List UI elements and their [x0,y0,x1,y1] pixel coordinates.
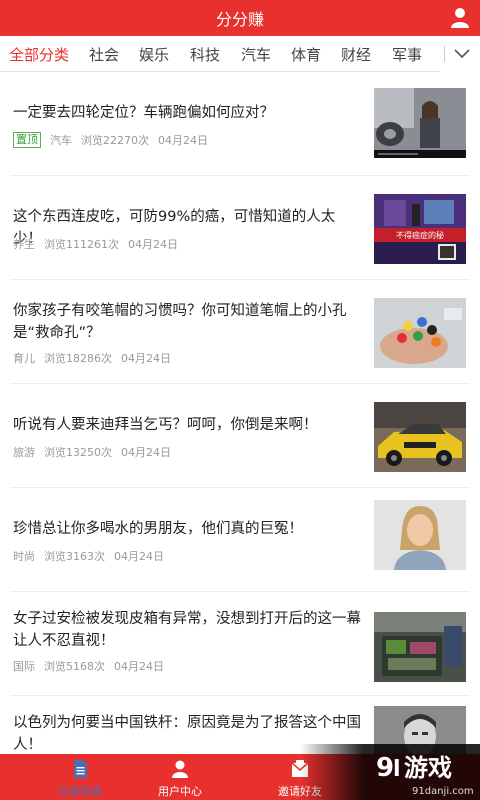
article-date: 04月24日 [158,134,208,147]
tab-entertainment[interactable]: 娱乐 [139,44,169,65]
article-item[interactable]: 一定要去四轮定位？车辆跑偏如何应对？ 置顶 汽车 浏览22270次 04月24日 [0,72,480,176]
article-category: 时尚 [13,550,35,563]
article-views: 浏览18286次 [44,352,112,365]
article-item[interactable]: 珍惜总让你多喝水的男朋友，他们真的巨冤！ 时尚 浏览3163次 04月24日 [0,488,480,592]
article-meta: 国际 浏览5168次 04月24日 [13,658,164,674]
article-views: 浏览13250次 [44,446,112,459]
article-category: 汽车 [50,134,72,147]
chevron-down-icon [454,49,470,59]
tab-auto[interactable]: 汽车 [241,44,271,65]
article-item[interactable]: 女子过安检被发现皮箱有异常，没想到打开后的这一幕让人不忍直视！ 国际 浏览516… [0,592,480,696]
tab-finance[interactable]: 财经 [341,44,371,65]
suitcase-thumb [374,612,466,682]
article-meta: 育儿 浏览18286次 04月24日 [13,350,171,366]
article-date: 04月24日 [114,660,164,673]
article-meta: 置顶 汽车 浏览22270次 04月24日 [13,132,208,148]
article-date: 04月24日 [114,550,164,563]
article-meta: 养生 浏览111261次 04月24日 [13,236,178,252]
article-title: 珍惜总让你多喝水的男朋友，他们真的巨冤！ [13,521,303,537]
watermark-site: 91danji.com [412,786,474,797]
article-list: 一定要去四轮定位？车辆跑偏如何应对？ 置顶 汽车 浏览22270次 04月24日 [0,72,480,754]
article-item[interactable]: 这个东西连皮吃，可防99%的癌，可惜知道的人太少！ 养生 浏览111261次 0… [0,176,480,280]
article-meta: 时尚 浏览3163次 04月24日 [13,548,164,564]
app-header: 分分赚 [0,0,480,36]
article-title: 一定要去四轮定位？车辆跑偏如何应对？ [13,105,274,121]
article-title: 女子过安检被发现皮箱有异常，没想到打开后的这一幕让人不忍直视！ [13,611,361,649]
article-views: 浏览3163次 [44,550,105,563]
article-date: 04月24日 [121,446,171,459]
pen-caps-thumb [374,298,466,368]
tab-divider [444,46,445,62]
article-item[interactable]: 听说有人要来迪拜当乞丐？呵呵，你倒是来啊！ 旅游 浏览13250次 04月24日 [0,384,480,488]
svg-text:9: 9 [376,753,394,783]
tab-all-categories[interactable]: 全部分类 [9,44,69,65]
document-icon [74,760,87,778]
tab-technology[interactable]: 科技 [190,44,220,65]
watermark-text: 游戏 [404,754,452,782]
article-date: 04月24日 [128,238,178,251]
thumb-caption: 不得癌症的秘 [396,230,444,240]
article-title: 听说有人要来迪拜当乞丐？呵呵，你倒是来啊！ [13,417,318,433]
article-title: 你家孩子有咬笔帽的习惯吗？你可知道笔帽上的小孔是“救命孔”？ [13,303,347,341]
more-categories-button[interactable] [440,36,480,72]
article-category: 旅游 [13,446,35,459]
article-date: 04月24日 [121,352,171,365]
article-views: 浏览22270次 [81,134,149,147]
tv-program-thumb: 不得癌症的秘 [374,194,466,264]
app-title: 分分赚 [215,10,264,29]
article-item[interactable]: 你家孩子有咬笔帽的习惯吗？你可知道笔帽上的小孔是“救命孔”？ 育儿 浏览1828… [0,280,480,384]
tab-society[interactable]: 社会 [89,44,119,65]
woman-portrait-thumb [374,500,466,570]
svg-text:l: l [393,757,401,782]
article-category: 国际 [13,660,35,673]
taxi-car-thumb [374,402,466,472]
user-icon [172,760,188,778]
article-category: 养生 [13,238,35,251]
category-tabs: 全部分类 社会 娱乐 科技 汽车 体育 财经 军事 [0,36,480,72]
article-views: 浏览5168次 [44,660,105,673]
article-category: 育儿 [13,352,35,365]
user-profile-icon[interactable] [448,5,472,29]
article-views: 浏览111261次 [44,238,119,251]
tab-military[interactable]: 军事 [392,44,422,65]
site-watermark: 9 l 游戏 91danji.com [300,744,480,800]
tab-sports[interactable]: 体育 [291,44,321,65]
article-meta: 旅游 浏览13250次 04月24日 [13,444,171,460]
car-video-thumb [374,88,466,158]
pinned-badge: 置顶 [13,132,41,148]
